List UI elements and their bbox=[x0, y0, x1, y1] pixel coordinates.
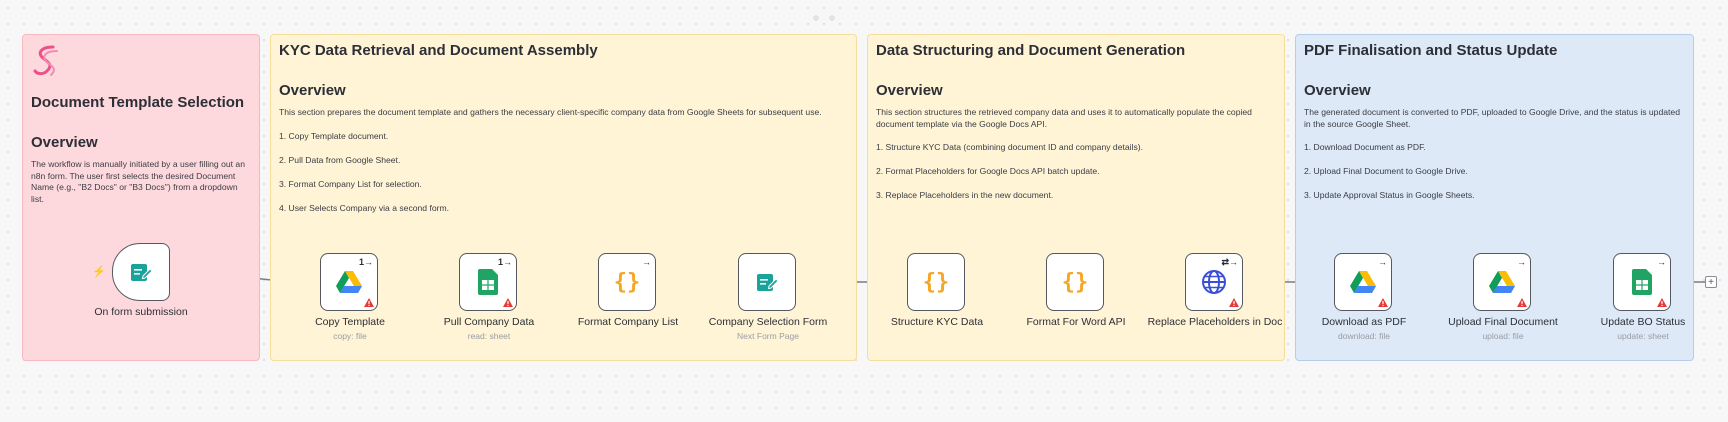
google-drive-icon bbox=[1489, 270, 1515, 293]
step-item: 3. Replace Placeholders in the new docum… bbox=[876, 190, 1054, 200]
node-replace-placeholders[interactable]: ⇄→ bbox=[1185, 253, 1243, 311]
node-label: Replace Placeholders in Doc bbox=[1147, 316, 1283, 328]
node-update-bo-status[interactable]: → bbox=[1613, 253, 1671, 311]
section-title: Document Template Selection bbox=[31, 94, 245, 111]
node-badge: → bbox=[1378, 257, 1387, 267]
form-icon bbox=[757, 274, 779, 291]
node-subtitle: update: sheet bbox=[1617, 331, 1669, 341]
node-format-company-list[interactable]: → {} bbox=[598, 253, 656, 311]
node-pull-company-data[interactable]: 1→ bbox=[459, 253, 517, 311]
node-label: Pull Company Data bbox=[443, 316, 535, 328]
warning-icon bbox=[1517, 298, 1527, 307]
section-title: KYC Data Retrieval and Document Assembly bbox=[279, 42, 598, 59]
warning-icon bbox=[503, 298, 513, 307]
sticky-note-data-structuring[interactable]: Data Structuring and Document Generation… bbox=[867, 34, 1285, 361]
node-copy-template[interactable]: 1→ bbox=[320, 253, 378, 311]
step-item: 2. Upload Final Document to Google Drive… bbox=[1304, 166, 1468, 176]
node-subtitle: copy: file bbox=[333, 331, 367, 341]
sticky-note-kyc-data-retrieval[interactable]: KYC Data Retrieval and Document Assembly… bbox=[270, 34, 857, 361]
node-label: Format Company List bbox=[577, 316, 679, 328]
google-drive-icon bbox=[336, 270, 362, 293]
google-sheets-icon bbox=[478, 269, 498, 295]
node-label: Copy Template bbox=[315, 316, 385, 328]
code-braces-icon: {} bbox=[613, 269, 641, 295]
node-company-selection-form[interactable] bbox=[738, 253, 796, 311]
node-subtitle: Next Form Page bbox=[737, 331, 799, 341]
overview-heading: Overview bbox=[31, 134, 98, 151]
step-item: 1. Download Document as PDF. bbox=[1304, 142, 1426, 152]
step-item: 1. Copy Template document. bbox=[279, 130, 389, 141]
warning-icon bbox=[1229, 298, 1239, 307]
warning-icon bbox=[1378, 298, 1388, 307]
node-subtitle: download: file bbox=[1338, 331, 1390, 341]
overview-description: This section structures the retrieved co… bbox=[876, 107, 1252, 129]
step-item: 3. Format Company List for selection. bbox=[279, 178, 422, 189]
sticky-note-pdf-finalisation[interactable]: PDF Finalisation and Status Update Overv… bbox=[1295, 34, 1694, 361]
node-badge: → bbox=[642, 257, 651, 267]
overview-description: The generated document is converted to P… bbox=[1304, 107, 1680, 129]
node-badge: 1→ bbox=[497, 257, 512, 267]
trigger-lightning-icon: ⚡ bbox=[92, 266, 106, 278]
step-item: 2. Pull Data from Google Sheet. bbox=[279, 154, 401, 165]
node-label: Update BO Status bbox=[1600, 316, 1686, 328]
overview-description: The workflow is manually initiated by a … bbox=[31, 159, 245, 204]
overview-heading: Overview bbox=[876, 82, 943, 99]
node-subtitle: read: sheet bbox=[467, 331, 511, 341]
node-badge: ⇄→ bbox=[1221, 257, 1238, 267]
node-label: On form submission bbox=[94, 306, 188, 318]
node-badge: → bbox=[1657, 257, 1666, 267]
node-subtitle: upload: file bbox=[1482, 331, 1524, 341]
google-sheets-icon bbox=[1632, 269, 1652, 295]
node-download-as-pdf[interactable]: → bbox=[1334, 253, 1392, 311]
overview-description: This section prepares the document templ… bbox=[279, 107, 822, 117]
node-label: Download as PDF bbox=[1321, 316, 1407, 328]
code-braces-icon: {} bbox=[922, 269, 950, 295]
node-upload-final-document[interactable]: → bbox=[1473, 253, 1531, 311]
section-title: Data Structuring and Document Generation bbox=[876, 42, 1186, 59]
brand-logo-icon bbox=[33, 45, 58, 76]
overview-heading: Overview bbox=[1304, 82, 1371, 99]
section-title: PDF Finalisation and Status Update bbox=[1304, 42, 1558, 59]
node-format-for-word-api[interactable]: {} bbox=[1046, 253, 1104, 311]
node-badge: 1→ bbox=[358, 257, 373, 267]
step-item: 3. Update Approval Status in Google Shee… bbox=[1304, 190, 1475, 200]
step-item: 1. Structure KYC Data (combining documen… bbox=[876, 142, 1144, 152]
canvas-top-handle bbox=[813, 15, 835, 21]
warning-icon bbox=[1657, 298, 1667, 307]
node-label: Upload Final Document bbox=[1448, 316, 1558, 328]
node-badge: → bbox=[1517, 257, 1526, 267]
step-item: 2. Format Placeholders for Google Docs A… bbox=[876, 166, 1100, 176]
google-drive-icon bbox=[1350, 270, 1376, 293]
globe-icon bbox=[1202, 270, 1226, 294]
form-icon bbox=[131, 264, 153, 281]
node-label: Company Selection Form bbox=[708, 316, 828, 328]
warning-icon bbox=[364, 298, 374, 307]
code-braces-icon: {} bbox=[1061, 269, 1089, 295]
add-node-button[interactable]: + bbox=[1705, 276, 1717, 288]
node-structure-kyc-data[interactable]: {} bbox=[907, 253, 965, 311]
node-label: Format For Word API bbox=[1026, 316, 1126, 328]
node-on-form-submission[interactable] bbox=[112, 243, 170, 301]
node-label: Structure KYC Data bbox=[890, 316, 984, 328]
step-item: 4. User Selects Company via a second for… bbox=[279, 202, 450, 213]
overview-heading: Overview bbox=[279, 82, 346, 99]
